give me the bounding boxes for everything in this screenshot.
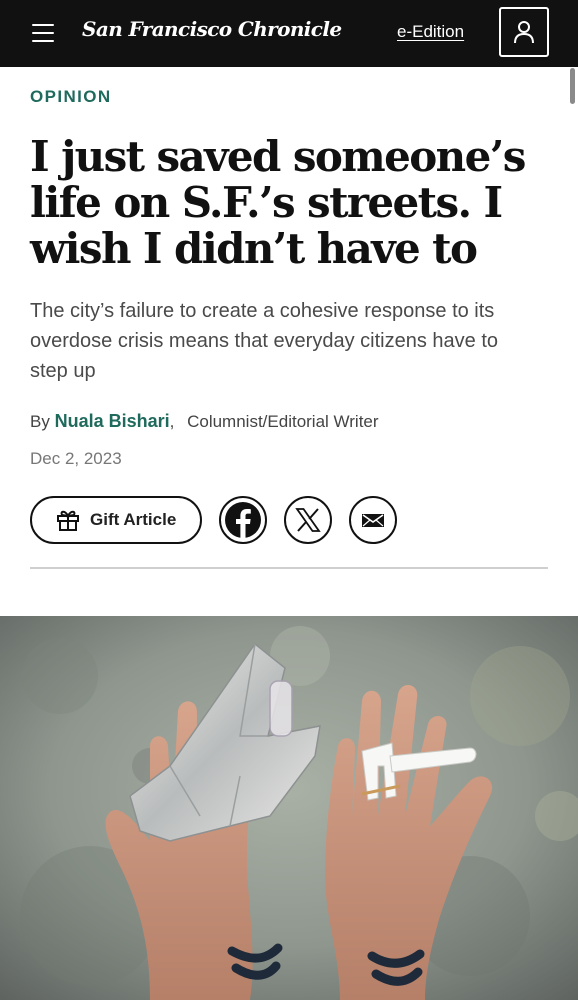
gift-article-button[interactable]: Gift Article bbox=[30, 496, 202, 544]
article-dek: The city’s failure to create a cohesive … bbox=[30, 300, 498, 382]
byline-prefix: By bbox=[30, 412, 50, 431]
byline-separator: , bbox=[169, 412, 175, 431]
x-icon bbox=[295, 508, 321, 532]
facebook-icon bbox=[225, 502, 261, 539]
author-role: Columnist/Editorial Writer bbox=[187, 412, 379, 431]
divider bbox=[30, 567, 548, 569]
user-icon bbox=[514, 21, 534, 44]
x-share-button[interactable] bbox=[284, 496, 332, 544]
e-edition-link[interactable]: e-Edition bbox=[397, 22, 464, 42]
email-share-button[interactable] bbox=[349, 496, 397, 544]
article-headline: I just saved someone’s life on S.F.’s st… bbox=[30, 132, 526, 273]
section-label[interactable]: OPINION bbox=[30, 87, 112, 107]
scrollbar[interactable] bbox=[570, 68, 575, 104]
facebook-share-button[interactable] bbox=[219, 496, 267, 544]
article-photo[interactable] bbox=[0, 616, 578, 1000]
author-link[interactable]: Nuala Bishari bbox=[55, 411, 170, 431]
account-button[interactable] bbox=[499, 7, 549, 57]
site-logo[interactable]: San Francisco Chronicle bbox=[82, 17, 342, 41]
byline: By Nuala Bishari, Columnist/Editorial Wr… bbox=[30, 411, 379, 432]
publish-date: Dec 2, 2023 bbox=[30, 449, 122, 468]
email-icon bbox=[362, 514, 384, 527]
gift-icon bbox=[57, 510, 79, 531]
gift-article-label: Gift Article bbox=[90, 510, 177, 529]
site-header: San Francisco Chronicle e-Edition bbox=[0, 0, 578, 67]
menu-icon[interactable] bbox=[32, 24, 54, 42]
